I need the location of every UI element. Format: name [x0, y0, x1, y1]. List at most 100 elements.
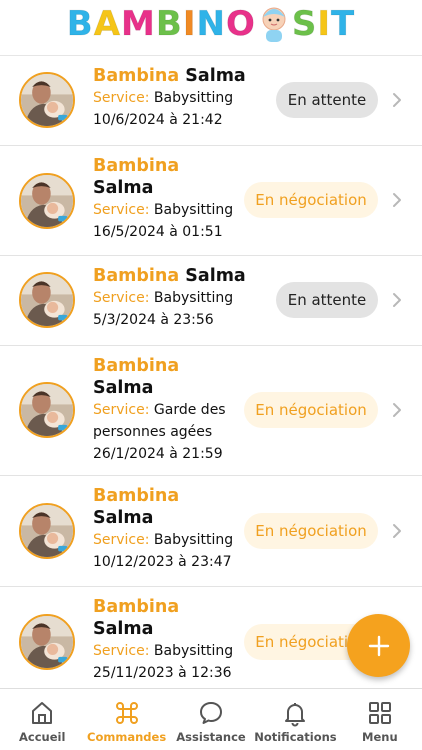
service-line: Service: Babysitting	[93, 199, 233, 221]
order-info: Bambina Salma Service: Babysitting 5/3/202…	[93, 265, 246, 331]
service-line: Service: Babysitting	[93, 640, 233, 662]
order-date: 5/3/2024 à 23:56	[93, 312, 214, 328]
order-row[interactable]: Bambina Salma Service: Babysitting 16/5/202…	[0, 146, 422, 256]
order-row[interactable]: Bambina Salma Service: Babysitting 10/12/20…	[0, 476, 422, 587]
logo-letter: M	[121, 3, 156, 44]
service-label: Service:	[93, 402, 150, 418]
order-row[interactable]: Bambina Salma Service: Babysitting 5/3/202…	[0, 256, 422, 346]
tab-label: Accueil	[19, 730, 66, 744]
client-name: Bambina Salma	[93, 155, 233, 199]
client-first-name: Bambina	[93, 356, 180, 376]
tab-notifications[interactable]: Notifications	[253, 689, 337, 750]
service-value: Babysitting	[153, 202, 234, 218]
app-logo: BAMBINOSIT	[66, 3, 356, 44]
bottom-tab-bar: Accueil Commandes Assistance Notifications M…	[0, 688, 422, 750]
service-value-continued: personnes agées	[93, 424, 213, 440]
logo-letter: I	[317, 3, 331, 44]
service-value: Babysitting	[153, 532, 234, 548]
order-date: 25/11/2023 à 12:36	[93, 665, 232, 681]
service-line: Service: Babysitting	[93, 287, 246, 309]
grid-icon	[366, 699, 394, 727]
client-name: Bambina Salma	[93, 65, 246, 87]
tab-commandes[interactable]: Commandes	[84, 689, 168, 750]
client-name: Bambina Salma	[93, 596, 233, 640]
tab-label: Menu	[362, 730, 398, 744]
order-row[interactable]: Bambina Salma Service: Babysitting 10/6/20…	[0, 56, 422, 146]
client-last-name: Salma	[93, 378, 154, 398]
status-badge: En négociation	[244, 392, 378, 428]
order-info: Bambina Salma Service: Babysitting 10/6/20…	[93, 65, 246, 131]
order-date: 10/6/2024 à 21:42	[93, 112, 223, 128]
order-info: Bambina Salma Service: Garde des personnes …	[93, 355, 226, 465]
chevron-right-icon[interactable]	[390, 191, 404, 209]
service-label: Service:	[93, 532, 150, 548]
order-info: Bambina Salma Service: Babysitting 10/12/20…	[93, 485, 233, 573]
avatar	[19, 272, 75, 328]
order-date: 26/1/2024 à 21:59	[93, 446, 223, 462]
chevron-right-icon[interactable]	[390, 91, 404, 109]
order-info: Bambina Salma Service: Babysitting 25/11/20…	[93, 596, 233, 684]
client-name: Bambina Salma	[93, 485, 233, 529]
logo-letter: S	[291, 3, 318, 44]
bell-icon	[281, 699, 309, 727]
client-first-name: Bambina	[93, 486, 180, 506]
status-badge: En négociation	[244, 182, 378, 218]
tab-label: Commandes	[87, 730, 167, 744]
logo-letter: A	[93, 3, 122, 44]
logo-letter: T	[330, 3, 356, 44]
service-line: Service: Babysitting	[93, 529, 233, 551]
avatar	[19, 503, 75, 559]
logo-letter: B	[66, 3, 94, 44]
tab-menu[interactable]: Menu	[338, 689, 422, 750]
status-badge: En négociation	[244, 513, 378, 549]
avatar	[19, 614, 75, 670]
tab-accueil[interactable]: Accueil	[0, 689, 84, 750]
logo-letter: B	[155, 3, 183, 44]
service-label: Service:	[93, 90, 150, 106]
service-value: Babysitting	[153, 90, 234, 106]
command-icon	[113, 699, 141, 727]
client-last-name: Salma	[93, 508, 154, 528]
tab-assistance[interactable]: Assistance	[169, 689, 253, 750]
order-info: Bambina Salma Service: Babysitting 16/5/202…	[93, 155, 233, 243]
service-line: Service: Babysitting	[93, 87, 246, 109]
home-icon	[28, 699, 56, 727]
service-value: Babysitting	[153, 643, 234, 659]
order-date: 10/12/2023 à 23:47	[93, 554, 232, 570]
service-value: Garde des	[153, 402, 226, 418]
service-label: Service:	[93, 290, 150, 306]
chevron-right-icon[interactable]	[390, 522, 404, 540]
plus-icon	[368, 635, 389, 656]
service-label: Service:	[93, 202, 150, 218]
client-name: Bambina Salma	[93, 355, 226, 399]
avatar	[19, 72, 75, 128]
client-first-name: Bambina	[93, 66, 180, 86]
status-badge: En attente	[276, 82, 378, 118]
chat-bubble-icon	[197, 699, 225, 727]
add-order-button[interactable]	[347, 614, 410, 677]
status-badge: En attente	[276, 282, 378, 318]
avatar	[19, 382, 75, 438]
client-last-name: Salma	[185, 66, 246, 86]
client-last-name: Salma	[93, 619, 154, 639]
order-date: 16/5/2024 à 01:51	[93, 224, 223, 240]
logo-letter: N	[196, 3, 226, 44]
client-last-name: Salma	[185, 266, 246, 286]
client-first-name: Bambina	[93, 156, 180, 176]
client-last-name: Salma	[93, 178, 154, 198]
avatar	[19, 173, 75, 229]
order-row[interactable]: Bambina Salma Service: Garde des personnes …	[0, 346, 422, 476]
service-value: Babysitting	[153, 290, 234, 306]
tab-label: Notifications	[254, 730, 337, 744]
service-line: Service: Garde des	[93, 399, 226, 421]
tab-label: Assistance	[176, 730, 246, 744]
app-header: BAMBINOSIT	[0, 0, 422, 56]
chevron-right-icon[interactable]	[390, 401, 404, 419]
client-first-name: Bambina	[93, 597, 180, 617]
chevron-right-icon[interactable]	[390, 291, 404, 309]
client-name: Bambina Salma	[93, 265, 246, 287]
orders-list[interactable]: Bambina Salma Service: Babysitting 10/6/20…	[0, 56, 422, 688]
baby-mascot-icon	[257, 5, 291, 43]
logo-letter: I	[182, 3, 197, 44]
service-label: Service:	[93, 643, 150, 659]
